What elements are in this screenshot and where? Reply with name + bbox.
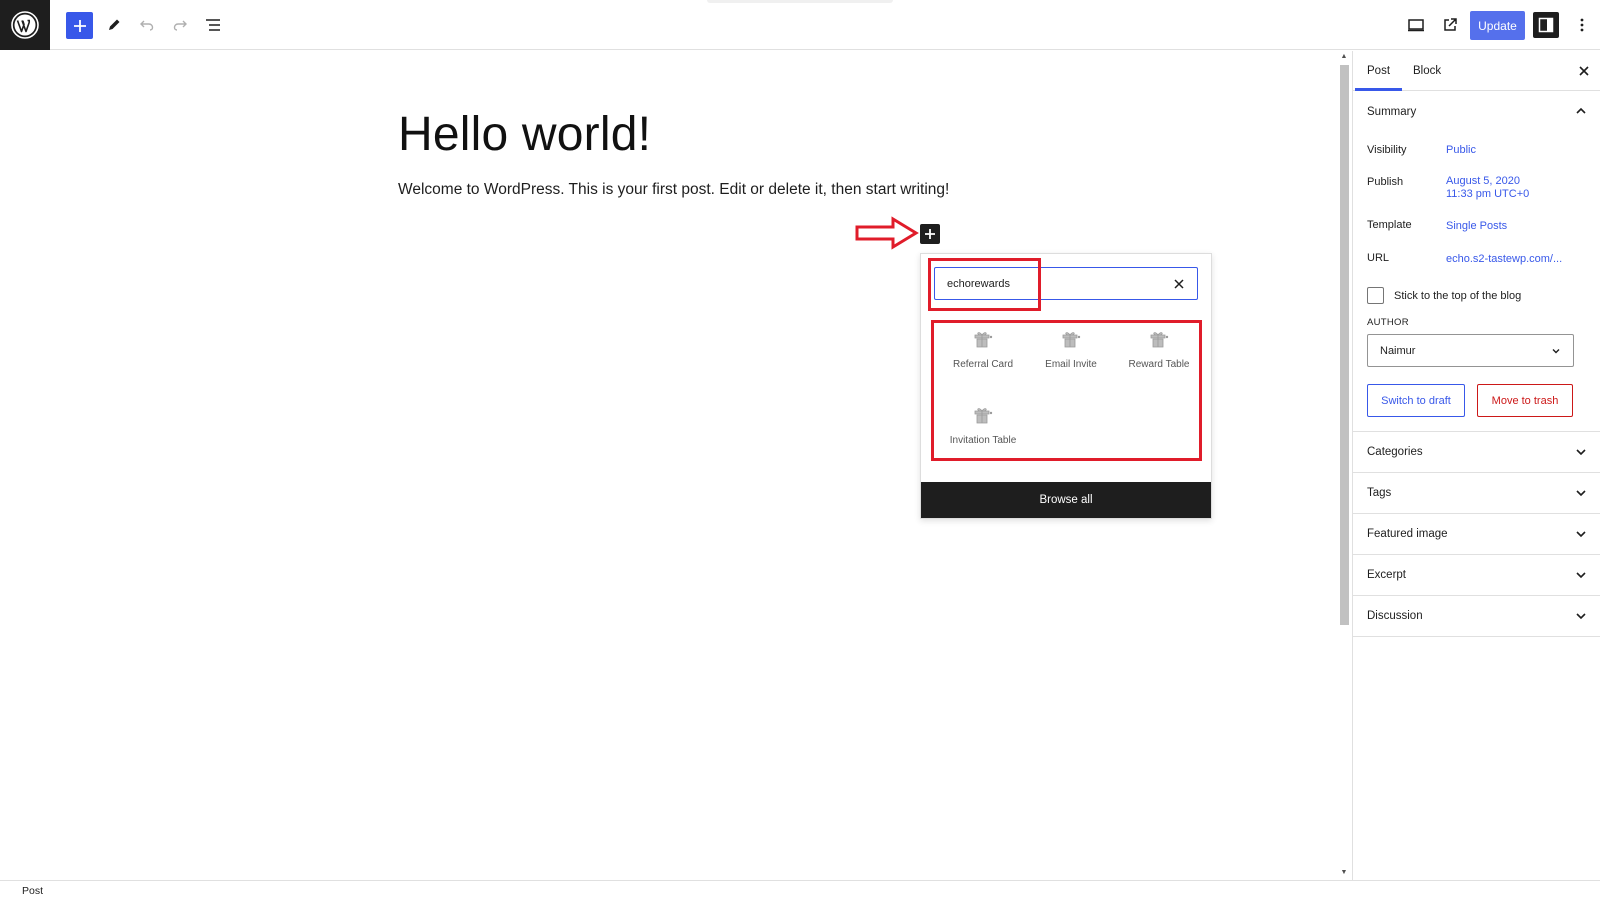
- echorewards-block-icon: [1062, 332, 1081, 348]
- command-bar-edge: [707, 0, 893, 3]
- scroll-down-arrow-icon[interactable]: ▼: [1340, 869, 1348, 877]
- panel-categories-toggle[interactable]: Categories: [1353, 432, 1600, 473]
- panel-title: Summary: [1367, 105, 1417, 118]
- update-button[interactable]: Update: [1470, 11, 1525, 40]
- block-item-invitation-table[interactable]: Invitation Table: [939, 400, 1027, 458]
- undo-icon: [140, 20, 154, 31]
- more-vertical-icon: [1580, 18, 1584, 32]
- quick-inserter-popover: Referral Card Email Invite Reward Table …: [920, 253, 1212, 519]
- move-to-trash-button[interactable]: Move to trash: [1477, 384, 1573, 417]
- panel-title: Discussion: [1367, 610, 1423, 622]
- chevron-up-icon: [1576, 107, 1586, 114]
- block-item-label: Email Invite: [1045, 359, 1097, 370]
- chevron-down-icon: [1576, 531, 1586, 538]
- url-value-button[interactable]: echo.s2-tastewp.com/...: [1446, 253, 1562, 266]
- url-label: URL: [1367, 252, 1390, 264]
- sticky-checkbox[interactable]: [1367, 287, 1384, 304]
- panel-title: Tags: [1367, 487, 1392, 499]
- echorewards-block-icon: [1150, 332, 1169, 348]
- post-paragraph[interactable]: Welcome to WordPress. This is your first…: [398, 181, 949, 199]
- desktop-icon: [1408, 19, 1424, 32]
- post-title[interactable]: Hello world!: [398, 107, 651, 162]
- editor-canvas: Hello world! Welcome to WordPress. This …: [0, 51, 1337, 880]
- settings-toggle-button[interactable]: [1533, 12, 1559, 38]
- visibility-label: Visibility: [1367, 144, 1407, 156]
- panel-summary-toggle[interactable]: Summary: [1353, 91, 1600, 132]
- preview-button[interactable]: [1402, 11, 1430, 39]
- panel-discussion-toggle[interactable]: Discussion: [1353, 596, 1600, 637]
- template-value-button[interactable]: Single Posts: [1446, 220, 1507, 233]
- undo-button[interactable]: [133, 11, 161, 39]
- sidebar-tabs: Post Block: [1353, 51, 1600, 91]
- close-icon: [1579, 66, 1589, 76]
- view-post-button[interactable]: [1436, 11, 1464, 39]
- author-select-value: Naimur: [1380, 344, 1416, 357]
- block-item-label: Reward Table: [1128, 359, 1190, 370]
- chevron-down-icon: [1576, 613, 1586, 620]
- document-overview-button[interactable]: [199, 11, 227, 39]
- block-item-label: Referral Card: [952, 359, 1014, 370]
- publish-label: Publish: [1367, 176, 1404, 188]
- redo-button[interactable]: [166, 11, 194, 39]
- tools-button[interactable]: [100, 11, 128, 39]
- wordpress-logo-button[interactable]: [0, 0, 50, 50]
- editor-scrollbar[interactable]: ▲ ▼: [1337, 51, 1351, 880]
- block-item-reward-table[interactable]: Reward Table: [1115, 324, 1203, 382]
- clear-search-button[interactable]: [1171, 276, 1187, 292]
- plus-icon: [925, 229, 935, 239]
- plus-icon: [73, 19, 86, 32]
- scroll-up-arrow-icon[interactable]: ▲: [1340, 53, 1348, 61]
- chevron-down-icon: [1576, 490, 1586, 497]
- visibility-value-button[interactable]: Public: [1446, 144, 1476, 157]
- template-label: Template: [1367, 219, 1412, 231]
- block-search-input[interactable]: [947, 275, 1167, 293]
- scroll-thumb[interactable]: [1340, 65, 1349, 625]
- tab-block[interactable]: Block: [1401, 51, 1453, 91]
- echorewards-block-icon: [974, 408, 993, 424]
- editor-header: Update: [0, 0, 1600, 50]
- close-sidebar-button[interactable]: [1575, 62, 1593, 80]
- settings-sidebar: Post Block Summary Visibility Public Pub…: [1352, 51, 1600, 880]
- sidebar-icon: [1538, 17, 1554, 33]
- panel-featured-image-toggle[interactable]: Featured image: [1353, 514, 1600, 555]
- block-inserter-toggle[interactable]: [66, 12, 93, 39]
- close-icon: [1174, 279, 1184, 289]
- echorewards-block-icon: [974, 332, 993, 348]
- chevron-down-icon: [1576, 572, 1586, 579]
- options-menu-button[interactable]: [1568, 11, 1596, 39]
- author-select[interactable]: Naimur: [1367, 334, 1574, 367]
- switch-to-draft-button[interactable]: Switch to draft: [1367, 384, 1465, 417]
- pencil-icon: [109, 19, 120, 30]
- wordpress-icon: [11, 11, 39, 39]
- author-label: AUTHOR: [1367, 317, 1409, 328]
- list-view-icon: [206, 19, 220, 31]
- inline-block-inserter-button[interactable]: [920, 224, 940, 244]
- browse-all-button[interactable]: Browse all: [921, 482, 1211, 518]
- chevron-down-icon: [1552, 349, 1560, 354]
- publish-date-button[interactable]: August 5, 2020 11:33 pm UTC+0: [1446, 175, 1529, 201]
- publish-time: 11:33 pm UTC+0: [1446, 188, 1530, 200]
- breadcrumb-item-post[interactable]: Post: [22, 885, 43, 897]
- panel-title: Categories: [1367, 446, 1423, 458]
- block-breadcrumb-footer: Post: [0, 880, 1600, 900]
- panel-excerpt-toggle[interactable]: Excerpt: [1353, 555, 1600, 596]
- external-link-icon: [1444, 18, 1457, 31]
- sticky-checkbox-label[interactable]: Stick to the top of the blog: [1394, 290, 1521, 302]
- tab-post[interactable]: Post: [1355, 51, 1402, 91]
- panel-title: Excerpt: [1367, 569, 1406, 581]
- block-item-label: Invitation Table: [949, 435, 1017, 446]
- redo-icon: [173, 20, 187, 31]
- panel-tags-toggle[interactable]: Tags: [1353, 473, 1600, 514]
- publish-date: August 5, 2020: [1446, 175, 1521, 187]
- block-item-email-invite[interactable]: Email Invite: [1027, 324, 1115, 382]
- block-search-field[interactable]: [934, 267, 1198, 300]
- annotation-arrow-icon: [855, 216, 919, 250]
- block-item-referral-card[interactable]: Referral Card: [939, 324, 1027, 382]
- panel-title: Featured image: [1367, 528, 1448, 540]
- chevron-down-icon: [1576, 449, 1586, 456]
